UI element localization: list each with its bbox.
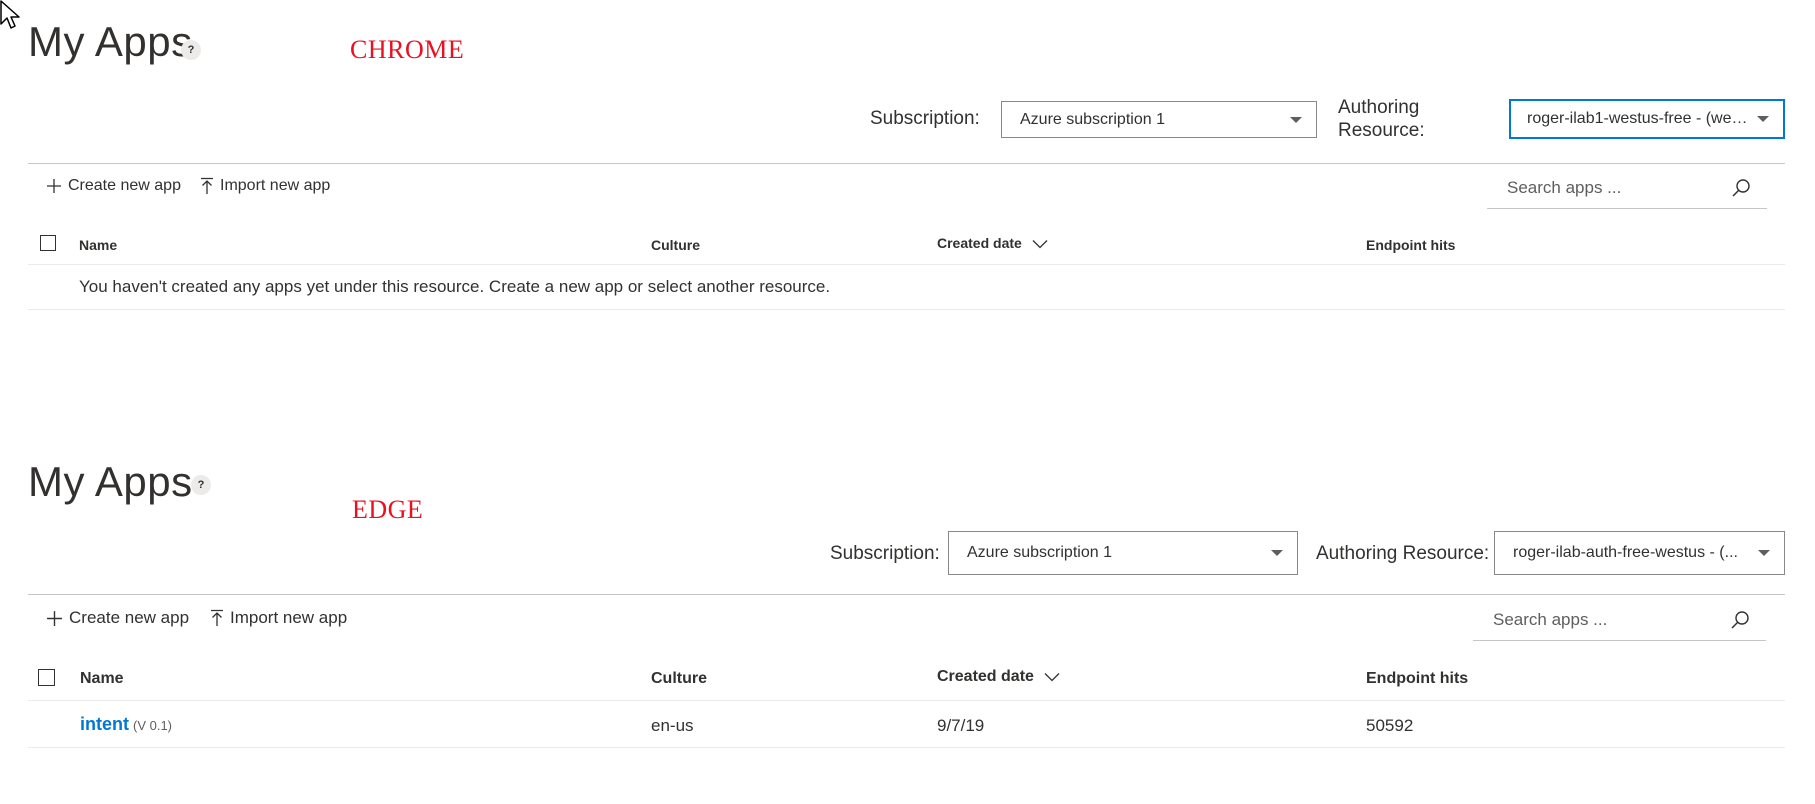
browser-label: CHROME <box>350 35 465 64</box>
subscription-label: Subscription: <box>830 543 940 564</box>
subscription-label: Subscription: <box>870 108 980 129</box>
column-header-culture[interactable]: Culture <box>651 237 700 253</box>
plus-icon <box>47 610 62 626</box>
caret-down-icon <box>1758 550 1770 556</box>
empty-state-message: You haven't created any apps yet under t… <box>79 277 831 296</box>
page-title: My Apps <box>28 18 193 65</box>
create-new-app-button[interactable]: Create new app <box>46 608 189 628</box>
subscription-value: Azure subscription 1 <box>1020 110 1165 128</box>
my-apps-panel-edge: My Apps ? EDGE Subscription: Azure subsc… <box>0 440 1815 770</box>
upload-icon <box>201 177 213 194</box>
caret-down-icon <box>1757 116 1769 122</box>
culture-cell: en-us <box>651 716 694 735</box>
upload-icon <box>211 609 223 626</box>
header-divider <box>28 264 1785 265</box>
column-header-name[interactable]: Name <box>80 670 124 688</box>
divider <box>28 594 1785 595</box>
endpoint-hits-cell: 50592 <box>1366 716 1414 735</box>
search-input[interactable] <box>1505 177 1729 199</box>
import-new-app-button[interactable]: Import new app <box>200 177 330 195</box>
chevron-down-icon[interactable] <box>1044 672 1060 682</box>
search-box[interactable] <box>1473 599 1766 641</box>
authoring-resource-value: roger-ilab1-westus-free - (west... <box>1527 110 1749 127</box>
column-header-created-date[interactable]: Created date <box>937 235 1048 251</box>
help-icon[interactable]: ? <box>181 40 201 60</box>
import-new-app-button[interactable]: Import new app <box>210 608 347 628</box>
column-header-culture[interactable]: Culture <box>651 670 707 688</box>
created-date-cell: 9/7/19 <box>937 716 985 735</box>
chevron-down-icon[interactable] <box>1032 239 1048 249</box>
column-header-name[interactable]: Name <box>79 237 117 253</box>
help-icon[interactable]: ? <box>191 475 211 495</box>
subscription-dropdown[interactable]: Azure subscription 1 <box>948 531 1298 575</box>
header-divider <box>28 700 1785 701</box>
search-box[interactable] <box>1487 168 1767 209</box>
column-header-endpoint-hits[interactable]: Endpoint hits <box>1366 670 1468 688</box>
row-divider <box>28 747 1785 748</box>
browser-label: EDGE <box>352 495 424 524</box>
column-header-created-date[interactable]: Created date <box>937 668 1060 686</box>
app-name-link[interactable]: intent <box>80 714 129 734</box>
column-header-endpoint-hits[interactable]: Endpoint hits <box>1366 237 1455 253</box>
subscription-dropdown[interactable]: Azure subscription 1 <box>1001 101 1317 138</box>
authoring-resource-label: Authoring Resource: <box>1338 97 1425 141</box>
search-icon[interactable] <box>1730 610 1750 630</box>
authoring-resource-dropdown[interactable]: roger-ilab-auth-free-westus - (... <box>1494 531 1785 575</box>
caret-down-icon <box>1290 116 1302 123</box>
authoring-resource-dropdown[interactable]: roger-ilab1-westus-free - (west... <box>1509 99 1785 139</box>
create-new-app-label: Create new app <box>68 177 181 194</box>
search-input[interactable] <box>1491 608 1715 631</box>
app-version: (V 0.1) <box>133 718 173 733</box>
import-new-app-label: Import new app <box>230 608 348 627</box>
caret-down-icon <box>1271 550 1283 556</box>
divider <box>28 163 1785 164</box>
search-icon[interactable] <box>1731 178 1751 198</box>
subscription-value: Azure subscription 1 <box>967 544 1112 561</box>
authoring-resource-label: Authoring Resource: <box>1316 543 1490 564</box>
page-title: My Apps <box>28 458 193 505</box>
select-all-checkbox[interactable] <box>38 669 55 686</box>
authoring-resource-value: roger-ilab-auth-free-westus - (... <box>1513 544 1738 561</box>
create-new-app-label: Create new app <box>69 608 190 627</box>
row-divider <box>28 309 1785 310</box>
plus-icon <box>47 179 61 193</box>
app-name-cell: intent (V 0.1) <box>80 714 172 735</box>
my-apps-panel-chrome: My Apps ? CHROME Subscription: Azure sub… <box>0 0 1815 330</box>
create-new-app-button[interactable]: Create new app <box>46 177 181 195</box>
import-new-app-label: Import new app <box>220 177 331 194</box>
select-all-checkbox[interactable] <box>40 235 56 251</box>
